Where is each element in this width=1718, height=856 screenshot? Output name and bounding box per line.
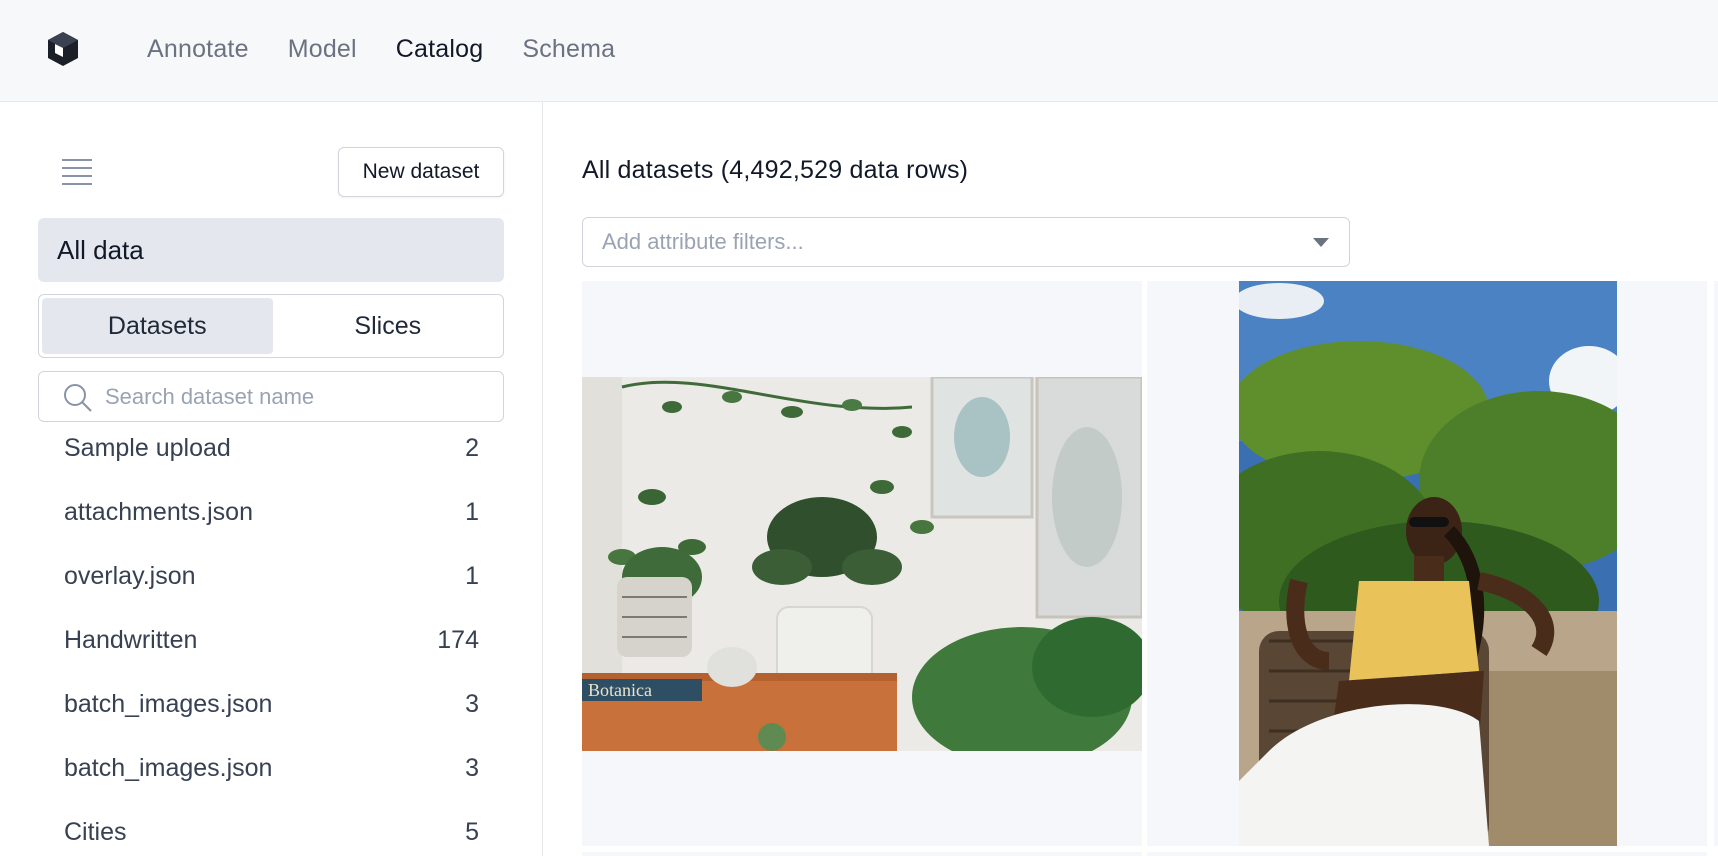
- nav-annotate[interactable]: Annotate: [147, 35, 249, 64]
- sidebar: New dataset All data Datasets Slices Sam…: [0, 102, 543, 856]
- svg-text:Botanica: Botanica: [588, 680, 652, 700]
- list-item[interactable]: batch_images.json 3: [38, 672, 504, 736]
- dataset-search: [38, 371, 504, 422]
- dataset-name: batch_images.json: [64, 689, 273, 718]
- list-item[interactable]: overlay.json 1: [38, 544, 504, 608]
- list-item[interactable]: Sample upload 2: [38, 416, 504, 480]
- dataset-name: batch_images.json: [64, 753, 273, 782]
- attribute-filter-dropdown[interactable]: Add attribute filters...: [582, 217, 1350, 267]
- plants-image: Botanica: [582, 377, 1142, 751]
- dataset-count: 3: [465, 689, 479, 718]
- dataset-name: Handwritten: [64, 625, 198, 654]
- dataset-list: Sample upload 2 attachments.json 1 overl…: [38, 416, 504, 856]
- filter-placeholder: Add attribute filters...: [602, 229, 804, 254]
- caret-down-icon: [1313, 238, 1329, 247]
- menu-icon[interactable]: [61, 158, 93, 186]
- page-title: All datasets (4,492,529 data rows): [582, 156, 969, 184]
- dataset-count: 2: [465, 433, 479, 462]
- top-bar: Annotate Model Catalog Schema: [0, 0, 1718, 102]
- search-icon: [64, 384, 92, 412]
- list-item[interactable]: batch_images.json 3: [38, 736, 504, 800]
- data-row-thumbnail[interactable]: [1147, 852, 1707, 856]
- data-row-thumbnail[interactable]: [1147, 281, 1707, 846]
- dataset-count: 174: [437, 625, 479, 654]
- dataset-name: attachments.json: [64, 497, 253, 526]
- main-nav: Annotate Model Catalog Schema: [147, 0, 615, 98]
- dataset-count: 1: [465, 561, 479, 590]
- person-image: [1239, 281, 1617, 846]
- new-dataset-button[interactable]: New dataset: [338, 147, 504, 197]
- list-item[interactable]: Cities 5: [38, 800, 504, 856]
- tab-slices[interactable]: Slices: [273, 295, 504, 357]
- dataset-name: overlay.json: [64, 561, 196, 590]
- list-item[interactable]: attachments.json 1: [38, 480, 504, 544]
- all-data-label: All data: [57, 234, 144, 265]
- logo-icon[interactable]: [46, 31, 80, 67]
- list-item[interactable]: Handwritten 174: [38, 608, 504, 672]
- dataset-name: Sample upload: [64, 433, 231, 462]
- nav-model[interactable]: Model: [288, 35, 357, 64]
- datasets-slices-toggle: Datasets Slices: [38, 294, 504, 358]
- dataset-count: 5: [465, 817, 479, 846]
- dataset-count: 1: [465, 497, 479, 526]
- data-row-thumbnail[interactable]: [582, 852, 1142, 856]
- main-panel: All datasets (4,492,529 data rows) Add a…: [544, 102, 1718, 856]
- data-row-thumbnail[interactable]: [1714, 281, 1718, 846]
- search-input[interactable]: [105, 378, 485, 416]
- dataset-name: Cities: [64, 817, 127, 846]
- data-row-thumbnail[interactable]: Botanica: [582, 281, 1142, 846]
- all-data-item[interactable]: All data: [38, 218, 504, 282]
- dataset-count: 3: [465, 753, 479, 782]
- tab-datasets[interactable]: Datasets: [42, 298, 273, 354]
- nav-catalog[interactable]: Catalog: [396, 35, 484, 64]
- nav-schema[interactable]: Schema: [522, 35, 615, 64]
